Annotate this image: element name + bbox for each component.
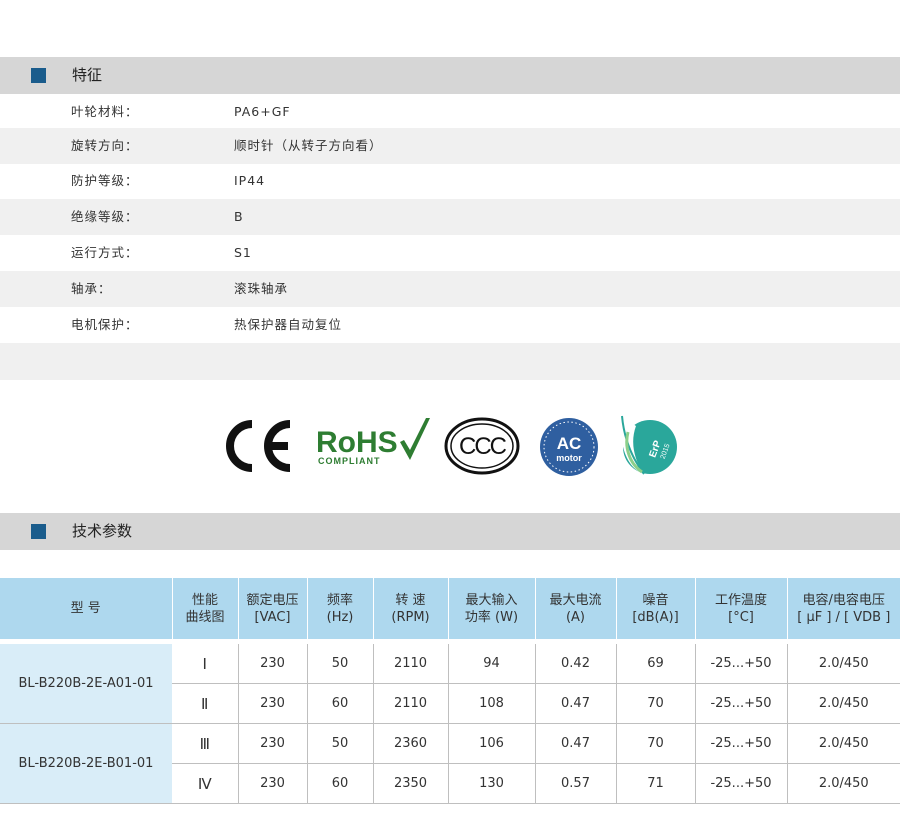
voltage-cell: 230 [237,723,307,764]
frequency-cell: 50 [306,723,373,764]
section-marker [31,524,46,539]
header-speed: 转 速 (RPM) [373,578,449,644]
ac-motor-icon: AC motor [540,418,598,476]
current-cell: 0.47 [534,683,616,724]
feature-label: 叶轮材料： [71,104,139,119]
current-cell: 0.42 [534,641,616,684]
feature-row-rotation: 旋转方向： 顺时针（从转子方向看） [0,128,900,164]
header-frequency: 频率 (Hz) [307,578,374,644]
table-row: BL-B220B-2E-B01-01 Ⅲ 230 50 2360 106 0.4… [0,723,900,804]
noise-cell: 71 [615,763,695,804]
feature-label: 防护等级： [71,173,139,188]
capacitor-cell: 2.0/450 [786,723,900,764]
power-cell: 130 [447,763,535,804]
feature-value: 滚珠轴承 [234,281,289,296]
feature-value: 顺时针（从转子方向看） [234,138,383,153]
spec-table: 型 号 性能 曲线图 额定电压 [VAC] 频率 (Hz) 转 速 (RPM) 最大输入… [0,578,900,804]
header-capacitor: 电容/电容电压[ μF ] / [ VDB ] [787,578,900,644]
speed-cell: 2350 [372,763,448,804]
feature-row-protection: 防护等级： IP44 [0,163,900,199]
feature-row-motor-protection: 电机保护： 热保护器自动复位 [0,307,900,343]
speed-cell: 2110 [372,641,448,684]
curve-number: Ⅰ [172,641,238,684]
tech-section-title: 技术参数 [72,522,133,540]
power-cell: 108 [447,683,535,724]
svg-text:motor: motor [556,453,582,463]
voltage-cell: 230 [237,641,307,684]
capacitor-cell: 2.0/450 [786,763,900,804]
header-power: 最大输入 功率 (W) [448,578,536,644]
header-noise: 噪音 [dB(A)] [616,578,696,644]
curve-number: Ⅲ [172,723,238,764]
noise-cell: 69 [615,641,695,684]
temperature-cell: -25...+50 [694,641,787,684]
header-temperature: 工作温度 [°C] [695,578,788,644]
feature-label: 绝缘等级： [71,209,139,224]
features-section-header: 特征 [0,57,900,94]
svg-text:AC: AC [557,434,582,453]
temperature-cell: -25...+50 [694,723,787,764]
svg-text:RoHS: RoHS [316,426,398,459]
current-cell: 0.47 [534,723,616,764]
ccc-mark-icon: CCC [444,417,520,475]
temperature-cell: -25...+50 [694,763,787,804]
header-voltage: 额定电压 [VAC] [238,578,308,644]
feature-label: 旋转方向： [71,138,139,153]
table-header-row: 型 号 性能 曲线图 额定电压 [VAC] 频率 (Hz) 转 速 (RPM) 最大输入… [0,578,900,644]
feature-value: 热保护器自动复位 [234,317,343,332]
header-current: 最大电流 (A) [535,578,617,644]
curve-number: Ⅱ [172,683,238,724]
capacitor-cell: 2.0/450 [786,683,900,724]
frequency-cell: 50 [306,641,373,684]
header-model: 型 号 [0,578,173,644]
voltage-cell: 230 [237,683,307,724]
noise-cell: 70 [615,683,695,724]
ce-mark-icon [226,420,291,472]
feature-label: 电机保护： [71,317,139,332]
speed-cell: 2110 [372,683,448,724]
feature-value: B [234,209,244,224]
noise-cell: 70 [615,723,695,764]
power-cell: 94 [447,641,535,684]
feature-row-empty [0,343,900,380]
speed-cell: 2360 [372,723,448,764]
feature-row-operation: 运行方式： S1 [0,235,900,271]
frequency-cell: 60 [306,763,373,804]
model-name: BL-B220B-2E-A01-01 [0,641,172,724]
feature-label: 轴承： [71,281,112,296]
erp-2015-icon: ErP 2015 [620,415,677,475]
feature-row-impeller: 叶轮材料： PA6+GF [0,94,900,130]
features-section-title: 特征 [72,66,103,84]
curve-number: Ⅳ [172,763,238,804]
power-cell: 106 [447,723,535,764]
section-marker [31,68,46,83]
table-row: BL-B220B-2E-A01-01 Ⅰ 230 50 2110 94 0.42… [0,641,900,724]
feature-label: 运行方式： [71,245,139,260]
model-name: BL-B220B-2E-B01-01 [0,723,172,804]
header-curve: 性能 曲线图 [172,578,239,644]
voltage-cell: 230 [237,763,307,804]
temperature-cell: -25...+50 [694,683,787,724]
current-cell: 0.57 [534,763,616,804]
feature-row-bearing: 轴承： 滚珠轴承 [0,271,900,307]
feature-row-insulation: 绝缘等级： B [0,199,900,235]
feature-value: IP44 [234,173,266,188]
certification-logos: RoHS COMPLIANT CCC AC motor ErP 2015 [0,410,900,480]
capacitor-cell: 2.0/450 [786,641,900,684]
rohs-compliant-icon: RoHS COMPLIANT [316,418,430,466]
tech-section-header: 技术参数 [0,513,900,550]
svg-text:CCC: CCC [459,433,507,460]
feature-value: PA6+GF [234,104,291,119]
frequency-cell: 60 [306,683,373,724]
feature-value: S1 [234,245,252,260]
svg-text:COMPLIANT: COMPLIANT [318,456,381,466]
